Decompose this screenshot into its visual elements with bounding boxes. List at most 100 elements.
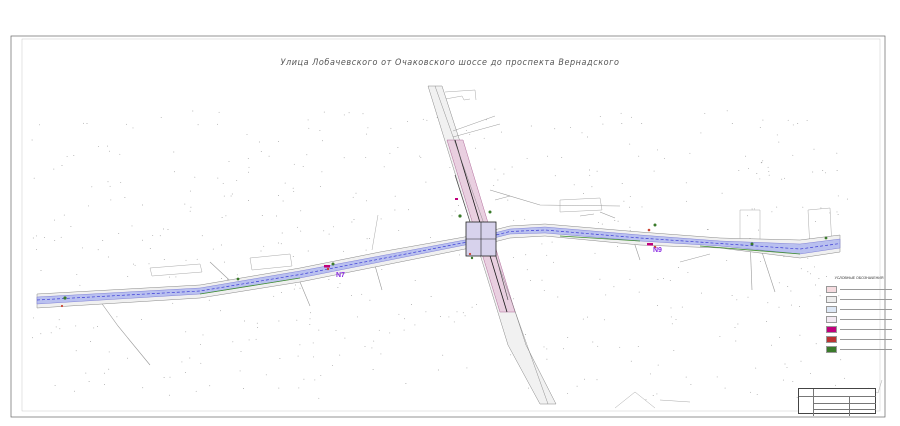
legend-item — [826, 284, 892, 294]
terrain-point — [184, 372, 186, 374]
terrain-point — [309, 324, 311, 326]
terrain-point — [800, 268, 802, 270]
terrain-point — [160, 116, 162, 118]
terrain-point — [310, 312, 312, 314]
terrain-point — [781, 178, 783, 180]
terrain-point — [309, 318, 311, 320]
terrain-point — [300, 210, 302, 212]
terrain-point — [343, 250, 345, 252]
terrain-point — [108, 150, 110, 152]
terrain-point — [232, 341, 234, 343]
terrain-point — [824, 172, 826, 174]
terrain-point — [779, 336, 781, 338]
terrain-point — [133, 263, 134, 265]
terrain-point — [200, 362, 202, 364]
terrain-point — [466, 367, 468, 369]
terrain-point — [292, 187, 294, 189]
legend-text-line — [840, 348, 892, 350]
terrain-point — [776, 206, 778, 208]
terrain-point — [40, 333, 42, 335]
terrain-point — [485, 119, 487, 121]
terrain-point — [620, 112, 622, 114]
terrain-point — [149, 248, 151, 249]
terrain-point — [369, 299, 371, 301]
terrain-point — [836, 152, 838, 154]
terrain-point — [834, 384, 836, 386]
terrain-point — [217, 177, 219, 179]
terrain-point — [404, 318, 406, 320]
terrain-point — [621, 123, 623, 124]
terrain-point — [368, 238, 370, 240]
terrain-point — [530, 125, 532, 127]
terrain-point — [107, 181, 109, 183]
terrain-point — [268, 155, 270, 157]
terrain-point — [597, 222, 599, 224]
terrain-point — [756, 173, 758, 174]
terrain-point — [587, 316, 588, 318]
terrain-point — [380, 353, 382, 355]
terrain-point — [802, 206, 804, 208]
terrain-point — [212, 248, 214, 250]
terrain-point — [389, 332, 391, 334]
terrain-point — [221, 217, 223, 218]
terrain-point — [76, 273, 78, 275]
legend-item — [826, 334, 892, 344]
title-block-divider — [813, 409, 876, 410]
terrain-point — [605, 294, 607, 296]
main-road — [36, 223, 841, 309]
terrain-point — [321, 171, 323, 173]
terrain-point — [209, 385, 211, 387]
terrain-point — [331, 364, 333, 366]
terrain-point — [836, 211, 838, 213]
terrain-point — [284, 182, 286, 184]
terrain-point — [280, 243, 282, 245]
terrain-point — [526, 269, 528, 271]
terrain-point — [361, 293, 363, 295]
terrain-point — [792, 154, 794, 156]
terrain-point — [168, 394, 170, 396]
terrain-point — [108, 351, 110, 353]
terrain-point — [799, 334, 801, 336]
terrain-point — [403, 329, 405, 331]
terrain-point — [278, 387, 280, 389]
terrain-point — [456, 311, 458, 313]
terrain-point — [782, 379, 784, 381]
terrain-point — [768, 170, 770, 172]
terrain-point — [529, 280, 531, 282]
terrain-point — [293, 288, 295, 290]
terrain-point — [528, 387, 530, 389]
terrain-point — [762, 160, 764, 162]
terrain-point — [581, 132, 583, 134]
terrain-point — [701, 292, 702, 294]
terrain-point — [230, 195, 232, 197]
terrain-point — [339, 283, 341, 285]
terrain-point — [731, 295, 733, 297]
terrain-point — [102, 240, 104, 241]
terrain-point — [320, 374, 322, 376]
terrain-point — [822, 170, 824, 171]
terrain-point — [756, 393, 758, 395]
terrain-point — [394, 209, 396, 211]
terrain-point — [282, 200, 284, 202]
side-roads — [94, 189, 776, 366]
terrain-point — [738, 170, 740, 172]
terrain-point — [734, 327, 736, 329]
terrain-point — [118, 233, 120, 235]
terrain-point — [597, 345, 599, 347]
terrain-point — [296, 319, 298, 321]
terrain-point — [629, 143, 631, 145]
terrain-point — [58, 319, 60, 321]
terrain-point — [448, 316, 450, 318]
terrain-point — [199, 343, 201, 345]
legend-swatch — [826, 325, 837, 333]
terrain-point — [663, 278, 664, 280]
terrain-point — [220, 310, 221, 312]
page-title: Улица Лобачевского от Очаковского шоссе … — [280, 58, 620, 68]
terrain-point — [372, 369, 374, 370]
terrain-point — [107, 256, 109, 258]
terrain-point — [836, 170, 838, 171]
terrain-point — [195, 390, 197, 392]
terrain-point — [239, 370, 241, 372]
terrain-point — [197, 124, 199, 126]
terrain-point — [97, 249, 99, 251]
